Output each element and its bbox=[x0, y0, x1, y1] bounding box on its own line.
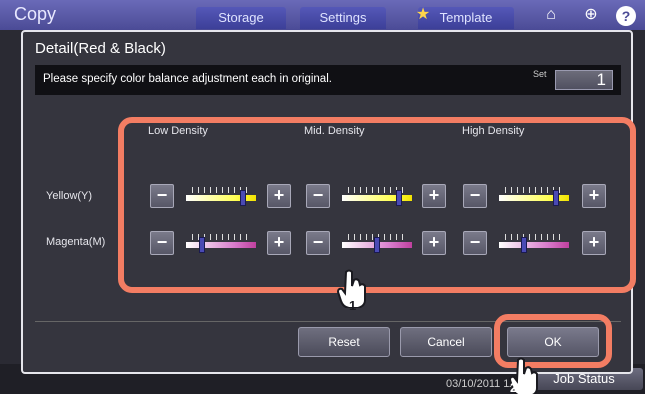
step-2-number: 2 bbox=[510, 380, 518, 394]
star-icon: ★ bbox=[415, 6, 431, 23]
row-label-yellow: Yellow(Y) bbox=[46, 190, 93, 202]
dialog-title: Detail(Red & Black) bbox=[35, 40, 166, 57]
instruction-text: Please specify color balance adjustment … bbox=[43, 73, 332, 85]
tab-settings[interactable]: Settings bbox=[300, 7, 386, 29]
reset-button[interactable]: Reset bbox=[298, 327, 390, 357]
set-count-field[interactable]: 1 bbox=[555, 70, 613, 90]
instruction-bar: Please specify color balance adjustment … bbox=[35, 65, 621, 95]
help-icon[interactable]: ? bbox=[616, 6, 636, 26]
globe-icon[interactable]: ⊕ bbox=[580, 4, 602, 26]
copy-screen: Copy Storage Settings Template ★ ⌂ ⊕ ? 0… bbox=[0, 0, 645, 394]
top-bar: Copy Storage Settings Template ★ ⌂ ⊕ ? bbox=[0, 0, 645, 30]
step-1-number: 1 bbox=[349, 298, 357, 313]
tab-storage[interactable]: Storage bbox=[196, 7, 286, 29]
row-label-magenta: Magenta(M) bbox=[46, 236, 106, 248]
home-icon[interactable]: ⌂ bbox=[540, 4, 562, 26]
app-title: Copy bbox=[14, 4, 57, 24]
clock: 03/10/2011 11: bbox=[446, 378, 518, 390]
sliders-highlight bbox=[118, 117, 636, 293]
set-label: Set bbox=[533, 69, 547, 79]
cancel-button[interactable]: Cancel bbox=[400, 327, 492, 357]
